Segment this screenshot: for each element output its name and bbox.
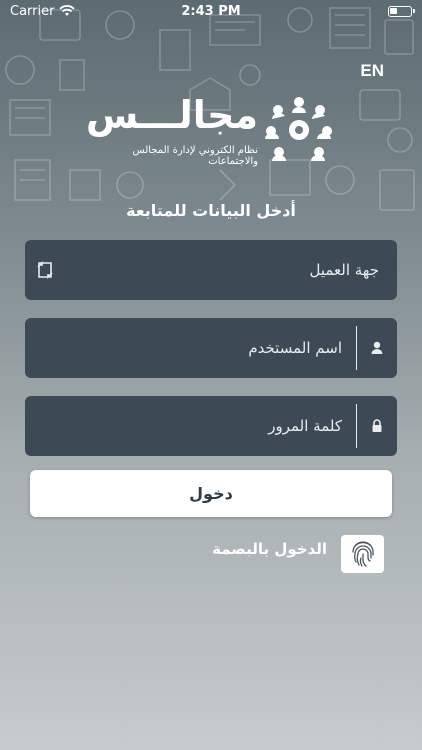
battery-icon bbox=[388, 5, 415, 17]
swap-icon[interactable] bbox=[35, 260, 55, 280]
client-placeholder: جهة العميل bbox=[309, 261, 379, 279]
fingerprint-button[interactable] bbox=[341, 535, 384, 573]
logo-people-circle-icon bbox=[265, 97, 332, 161]
password-placeholder: كلمة المرور bbox=[268, 417, 342, 435]
fingerprint-label[interactable]: الدخول بالبصمة bbox=[212, 540, 327, 558]
password-field[interactable]: كلمة المرور bbox=[25, 396, 397, 456]
client-field[interactable]: جهة العميل bbox=[25, 240, 397, 300]
username-field[interactable]: اسم المستخدم bbox=[25, 318, 397, 378]
status-time: 2:43 PM bbox=[181, 3, 241, 19]
logo-wordmark: مجالـــس bbox=[85, 93, 258, 137]
language-toggle[interactable]: EN bbox=[360, 61, 384, 81]
form-title: أدخل البيانات للمتابعة bbox=[126, 201, 296, 220]
user-icon bbox=[371, 341, 383, 354]
fingerprint-icon bbox=[351, 541, 374, 567]
logo-tagline: نظام الكتروني لإدارة المجالس والاجتماعات bbox=[132, 145, 259, 167]
lock-icon bbox=[372, 419, 382, 432]
field-divider bbox=[355, 404, 357, 448]
app-logo: مجالـــس نظام الكتروني لإدارة المجالس وا… bbox=[85, 93, 338, 168]
username-placeholder: اسم المستخدم bbox=[248, 339, 342, 357]
login-button[interactable]: دخول bbox=[30, 470, 392, 517]
field-divider bbox=[355, 326, 357, 370]
fingerprint-login-row: الدخول بالبصمة bbox=[0, 532, 422, 574]
status-bar: Carrier 2:43 PM bbox=[0, 0, 422, 22]
